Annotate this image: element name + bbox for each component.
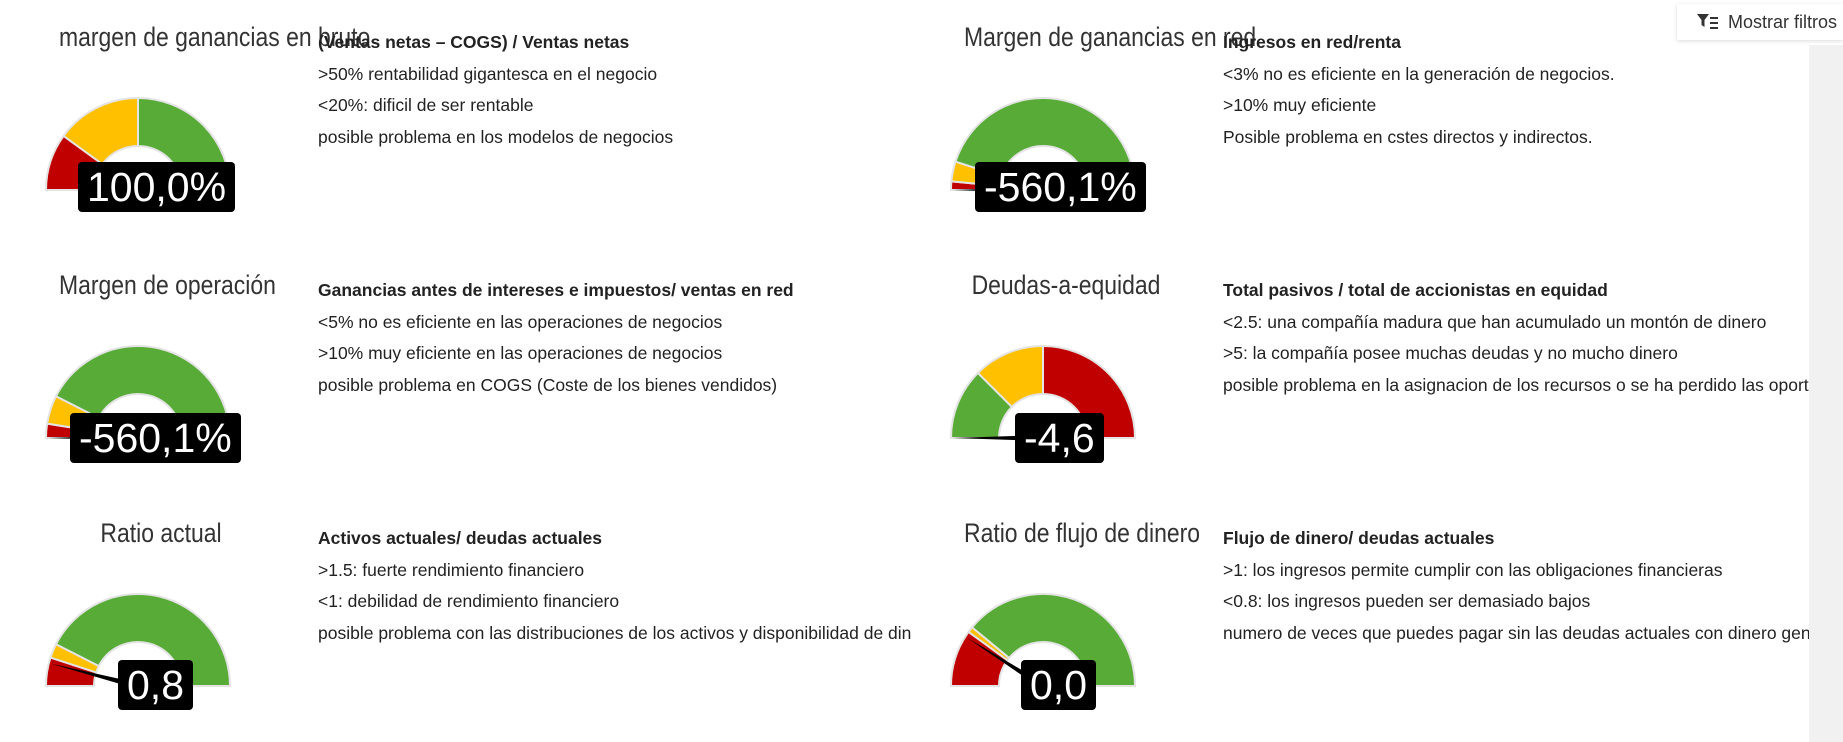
- description-line: <0.8: los ingresos pueden ser demasiado …: [1223, 591, 1591, 611]
- gauge-value: -4,6: [1015, 413, 1104, 463]
- description-line: numero de veces que puedes pagar sin las…: [1223, 622, 1810, 643]
- gauge-description: Activos actuales/ deudas actuales >1.5: …: [318, 526, 911, 652]
- description-line: <20%: dificil de ser rentable: [318, 95, 534, 115]
- description-line: posible problema en los modelos de negoc…: [318, 126, 674, 147]
- gauge-description: Ganancias antes de intereses e impuestos…: [318, 278, 794, 404]
- description-line: >10% muy eficiente en las operaciones de…: [318, 343, 723, 363]
- gauge-title: Margen de ganancias en red: [964, 22, 1257, 52]
- gauge-description: Flujo de dinero/ deudas actuales >1: los…: [1223, 526, 1810, 652]
- gauge-card-current-ratio: Ratio actual 0,8 Activos actuales/ deuda…: [8, 496, 911, 742]
- gauge-title: Ratio de flujo de dinero: [964, 518, 1201, 548]
- formula-heading: Ganancias antes de intereses e impuestos…: [318, 280, 794, 300]
- formula-heading: Flujo de dinero/ deudas actuales: [1223, 528, 1495, 548]
- gauge-value: 0,0: [1021, 660, 1096, 710]
- description-line: <1: debilidad de rendimiento financiero: [318, 591, 620, 611]
- gauge-description: (Ventas netas – COGS) / Ventas netas >50…: [318, 30, 673, 156]
- dashboard: margen de ganancias en bruto 100,0% (Ven…: [0, 0, 1810, 742]
- description-line: >1: los ingresos permite cumplir con las…: [1223, 559, 1723, 580]
- scrollbar[interactable]: [1809, 45, 1843, 742]
- description-line: >50% rentabilidad gigantesca en el negoc…: [318, 63, 658, 84]
- gauge-title: margen de ganancias en bruto: [59, 22, 371, 52]
- description-line: Posible problema en cstes directos y ind…: [1223, 126, 1593, 147]
- show-filters-button[interactable]: Mostrar filtros: [1677, 4, 1843, 40]
- gauge-description: Total pasivos / total de accionistas en …: [1223, 278, 1810, 404]
- show-filters-label: Mostrar filtros: [1727, 11, 1837, 32]
- gauge-card-debt-to-equity: Deudas-a-equidad -4,6 Total pasivos / to…: [913, 248, 1810, 498]
- filter-icon: [1696, 14, 1718, 29]
- description-line: posible problema con las distribuciones …: [318, 622, 912, 643]
- description-line: posible problema en COGS (Coste de los b…: [318, 374, 778, 395]
- description-line: >1.5: fuerte rendimiento financiero: [318, 559, 585, 580]
- formula-heading: Total pasivos / total de accionistas en …: [1223, 280, 1608, 300]
- gauge-description: Ingresos en red/renta <3% no es eficient…: [1223, 30, 1615, 156]
- gauge-card-operating-margin: Margen de operación -560,1% Ganancias an…: [8, 248, 908, 498]
- gauge-title: Deudas-a-equidad: [971, 270, 1161, 300]
- description-line: <5% no es eficiente en las operaciones d…: [318, 311, 723, 332]
- gauge-card-cash-flow-ratio: Ratio de flujo de dinero 0,0 Flujo de di…: [913, 496, 1810, 742]
- gauge-value: 100,0%: [78, 162, 236, 212]
- formula-heading: (Ventas netas – COGS) / Ventas netas: [318, 32, 630, 52]
- description-line: >5: la compañía posee muchas deudas y no…: [1223, 343, 1678, 363]
- gauge-title: Margen de operación: [59, 270, 276, 300]
- gauge-title: Ratio actual: [100, 518, 222, 548]
- description-line: posible problema en la asignacion de los…: [1223, 374, 1810, 395]
- gauge-value: -560,1%: [975, 162, 1146, 212]
- description-line: >10% muy eficiente: [1223, 95, 1377, 115]
- gauge-value: 0,8: [118, 660, 193, 710]
- gauge-card-gross-margin: margen de ganancias en bruto 100,0% (Ven…: [8, 0, 908, 250]
- description-line: <3% no es eficiente en la generación de …: [1223, 63, 1615, 84]
- formula-heading: Activos actuales/ deudas actuales: [318, 528, 603, 548]
- gauge-value: -560,1%: [70, 413, 241, 463]
- formula-heading: Ingresos en red/renta: [1223, 32, 1401, 52]
- gauge-card-net-margin: Margen de ganancias en red -560,1% Ingre…: [913, 0, 1810, 250]
- description-line: <2.5: una compañía madura que han acumul…: [1223, 311, 1767, 332]
